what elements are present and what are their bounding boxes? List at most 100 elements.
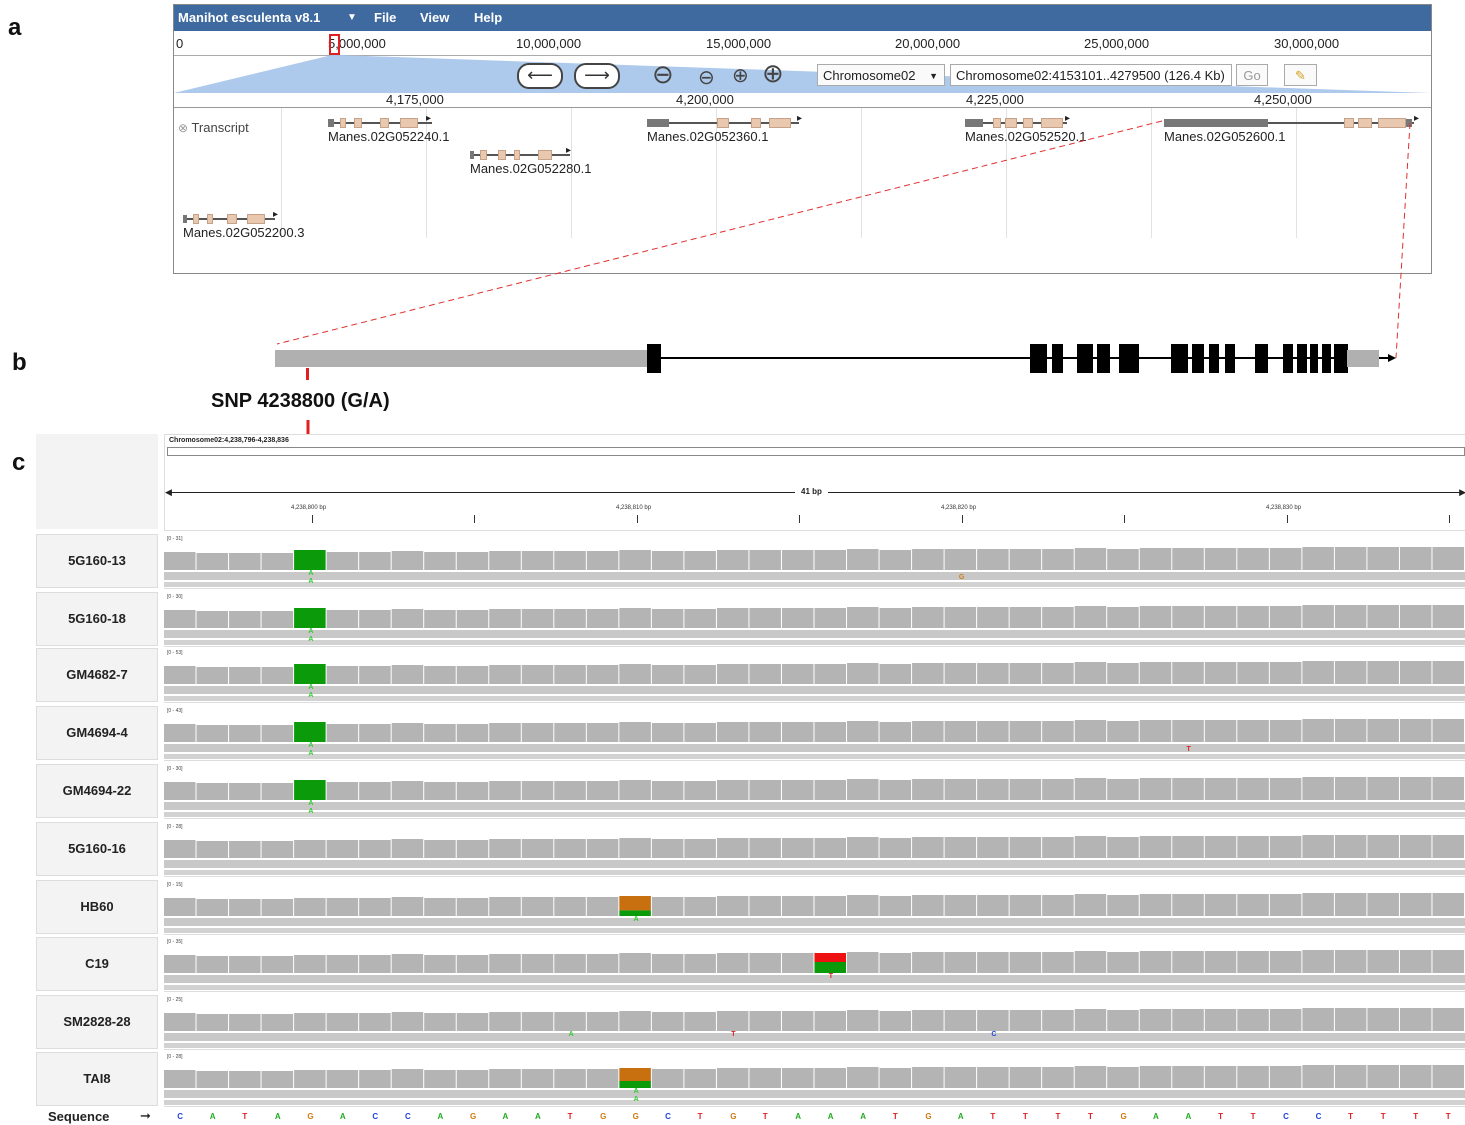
read-alignment[interactable] — [164, 870, 1465, 875]
read-alignment[interactable] — [164, 975, 1465, 983]
coverage-bar — [749, 550, 781, 570]
read-alignment[interactable] — [164, 696, 1465, 701]
coverage-track[interactable]: [0 - 28] — [164, 822, 1465, 877]
reference-base: T — [990, 1112, 996, 1121]
read-alignment[interactable] — [164, 1033, 1465, 1041]
sample-name-label[interactable]: 5G160-13 — [36, 534, 158, 588]
coverage-bar — [521, 1069, 554, 1088]
mismatch-base: G — [958, 574, 965, 581]
coverage-track[interactable]: [0 - 43] A A T — [164, 706, 1465, 761]
coverage-bar — [164, 898, 196, 916]
coverage-bar — [912, 607, 944, 628]
read-alignment[interactable] — [164, 630, 1465, 638]
read-alignment[interactable] — [164, 860, 1465, 868]
read-alignment[interactable] — [164, 985, 1465, 990]
coverage-track[interactable]: [0 - 30] A A — [164, 592, 1465, 647]
sample-name-label[interactable]: 5G160-18 — [36, 592, 158, 646]
mismatch-base: A — [308, 808, 314, 815]
sample-name-label[interactable]: HB60 — [36, 880, 158, 934]
coverage-bar — [391, 609, 424, 628]
coverage-bar — [261, 783, 294, 800]
read-alignment[interactable] — [164, 802, 1465, 810]
read-alignment[interactable] — [164, 1043, 1465, 1048]
read-alignment[interactable] — [164, 686, 1465, 694]
coverage-bar — [1042, 952, 1074, 973]
read-alignment[interactable] — [164, 1100, 1465, 1105]
coverage-bar — [651, 665, 684, 684]
sample-name-label[interactable]: GM4694-22 — [36, 764, 158, 818]
coverage-track[interactable]: [0 - 25] A T C — [164, 995, 1465, 1050]
sample-name-label[interactable]: TAI8 — [36, 1052, 158, 1106]
coverage-bar — [586, 665, 619, 684]
coverage-bar — [554, 839, 586, 858]
coverage-track[interactable]: [0 - 31] A A G — [164, 534, 1465, 589]
coverage-bar — [261, 553, 294, 570]
reference-base: T — [1250, 1112, 1256, 1121]
read-alignment[interactable] — [164, 928, 1465, 933]
coverage-bar — [1139, 836, 1172, 858]
coverage-bar — [1074, 836, 1107, 858]
reference-base: G — [632, 1112, 639, 1121]
coverage-bar — [1302, 835, 1334, 858]
coverage-bar — [1107, 663, 1139, 684]
read-alignment[interactable] — [164, 812, 1465, 817]
coverage-bar — [456, 610, 489, 628]
coverage-bar — [1107, 721, 1139, 742]
reference-base: A — [860, 1112, 867, 1121]
read-alignment[interactable] — [164, 640, 1465, 645]
coverage-bar — [391, 954, 424, 973]
coverage-bar — [814, 722, 847, 742]
coverage-bar — [912, 663, 944, 684]
coverage-bar — [1204, 951, 1237, 973]
chromosome-ideogram[interactable] — [167, 447, 1465, 456]
coverage-bar — [1107, 1010, 1139, 1031]
read-alignment[interactable] — [164, 572, 1465, 580]
coverage-bar — [391, 897, 424, 916]
coverage-bar — [749, 664, 781, 684]
coverage-bar — [1237, 548, 1269, 570]
coverage-track[interactable]: [0 - 15] A — [164, 880, 1465, 935]
sample-name-label[interactable]: GM4682-7 — [36, 648, 158, 702]
read-alignment[interactable] — [164, 754, 1465, 759]
coverage-bar — [424, 1070, 456, 1088]
coverage-bar — [229, 841, 261, 858]
coverage-bar — [521, 551, 554, 570]
coverage-track[interactable]: [0 - 35] T — [164, 937, 1465, 992]
coverage-bar — [1367, 605, 1399, 628]
read-alignment[interactable] — [164, 1090, 1465, 1098]
coverage-bar — [1074, 1066, 1107, 1088]
coverage-track[interactable]: [0 - 30] A A — [164, 764, 1465, 819]
coverage-bar — [619, 780, 651, 800]
coverage-bar — [424, 666, 456, 684]
strand-arrow-icon[interactable]: ➞ — [140, 1108, 151, 1124]
coverage-track[interactable]: [0 - 53] A A — [164, 648, 1465, 703]
mismatch-base: A — [308, 636, 314, 643]
read-alignment[interactable] — [164, 582, 1465, 587]
coverage-track[interactable]: [0 - 28] A A — [164, 1052, 1465, 1107]
coverage-bars — [164, 893, 1464, 916]
coverage-bar — [619, 550, 651, 570]
coverage-bar — [847, 721, 879, 742]
coverage-bar — [1302, 777, 1334, 800]
coverage-bar — [554, 551, 586, 570]
coverage-bar — [391, 1012, 424, 1031]
sample-name-label[interactable]: 5G160-16 — [36, 822, 158, 876]
coverage-bar — [651, 839, 684, 858]
coverage-bar — [554, 609, 586, 628]
read-alignment[interactable] — [164, 918, 1465, 926]
coverage-bar — [977, 1010, 1009, 1031]
coverage-bar — [1172, 778, 1204, 800]
sample-name-label[interactable]: GM4694-4 — [36, 706, 158, 760]
mismatch-base: T — [828, 973, 834, 980]
coverage-bar — [456, 1070, 489, 1088]
ruler-tick-label: 4,238,820 bp — [941, 505, 977, 511]
coverage-bar — [1334, 605, 1367, 628]
sample-name-label[interactable]: SM2828-28 — [36, 995, 158, 1049]
coverage-bar — [1302, 1008, 1334, 1031]
mismatch-base: A — [633, 1088, 639, 1095]
coverage-bar — [1172, 720, 1204, 742]
read-alignment[interactable] — [164, 744, 1465, 752]
sample-name-label[interactable]: C19 — [36, 937, 158, 991]
reference-base: T — [242, 1112, 248, 1121]
coverage-bar — [1269, 548, 1302, 570]
